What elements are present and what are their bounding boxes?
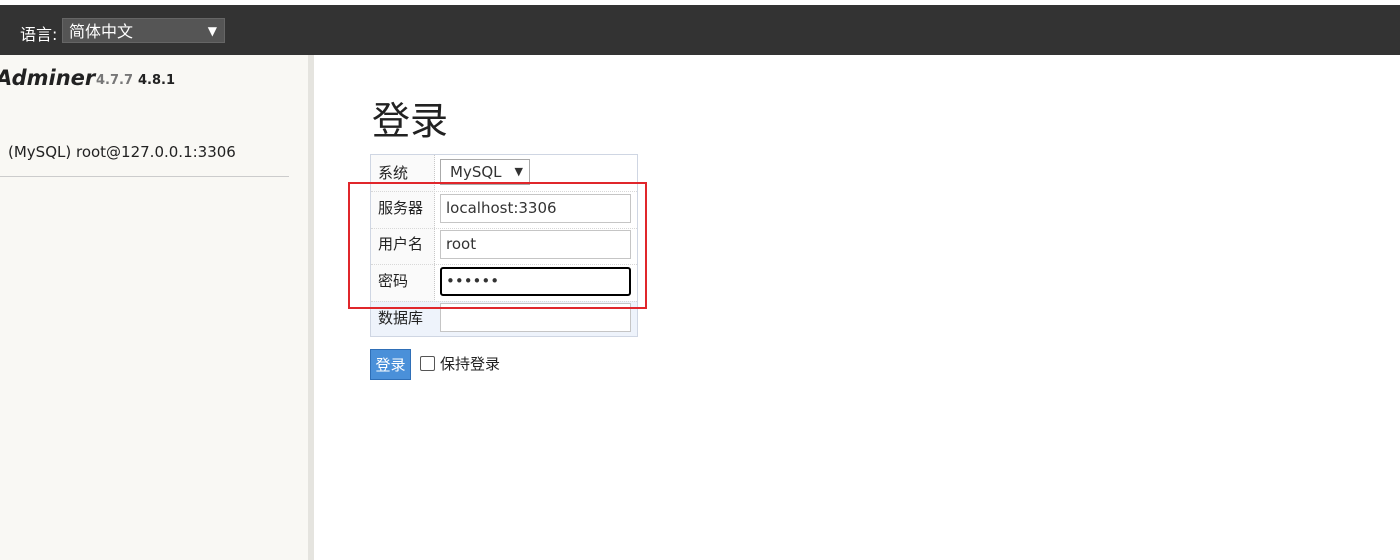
sidebar-divider bbox=[308, 55, 314, 560]
database-label: 数据库 bbox=[378, 309, 424, 327]
keep-login-label[interactable]: 保持登录 bbox=[440, 353, 500, 374]
highlight-box bbox=[348, 182, 647, 309]
chevron-down-icon: ▼ bbox=[207, 24, 217, 38]
keep-login-checkbox[interactable] bbox=[420, 356, 435, 371]
login-button[interactable]: 登录 bbox=[370, 349, 411, 380]
chevron-down-icon: ▼ bbox=[514, 165, 523, 178]
brand-logo[interactable]: Adminer bbox=[0, 66, 95, 90]
sidebar bbox=[0, 55, 308, 560]
system-select-value: MySQL bbox=[450, 163, 502, 181]
page-title: 登录 bbox=[372, 99, 449, 143]
sidebar-separator bbox=[0, 176, 289, 177]
version-new[interactable]: 4.8.1 bbox=[138, 73, 175, 88]
language-select-value: 简体中文 bbox=[69, 22, 134, 41]
sidebar-server-link[interactable]: (MySQL) root@127.0.0.1:3306 bbox=[8, 143, 236, 161]
language-select[interactable]: 简体中文 ▼ bbox=[62, 18, 225, 43]
system-label: 系统 bbox=[378, 164, 409, 182]
language-bar: 语言: 简体中文 ▼ bbox=[0, 5, 1400, 55]
version-old: 4.7.7 bbox=[96, 73, 134, 88]
language-label: 语言: bbox=[20, 25, 58, 44]
